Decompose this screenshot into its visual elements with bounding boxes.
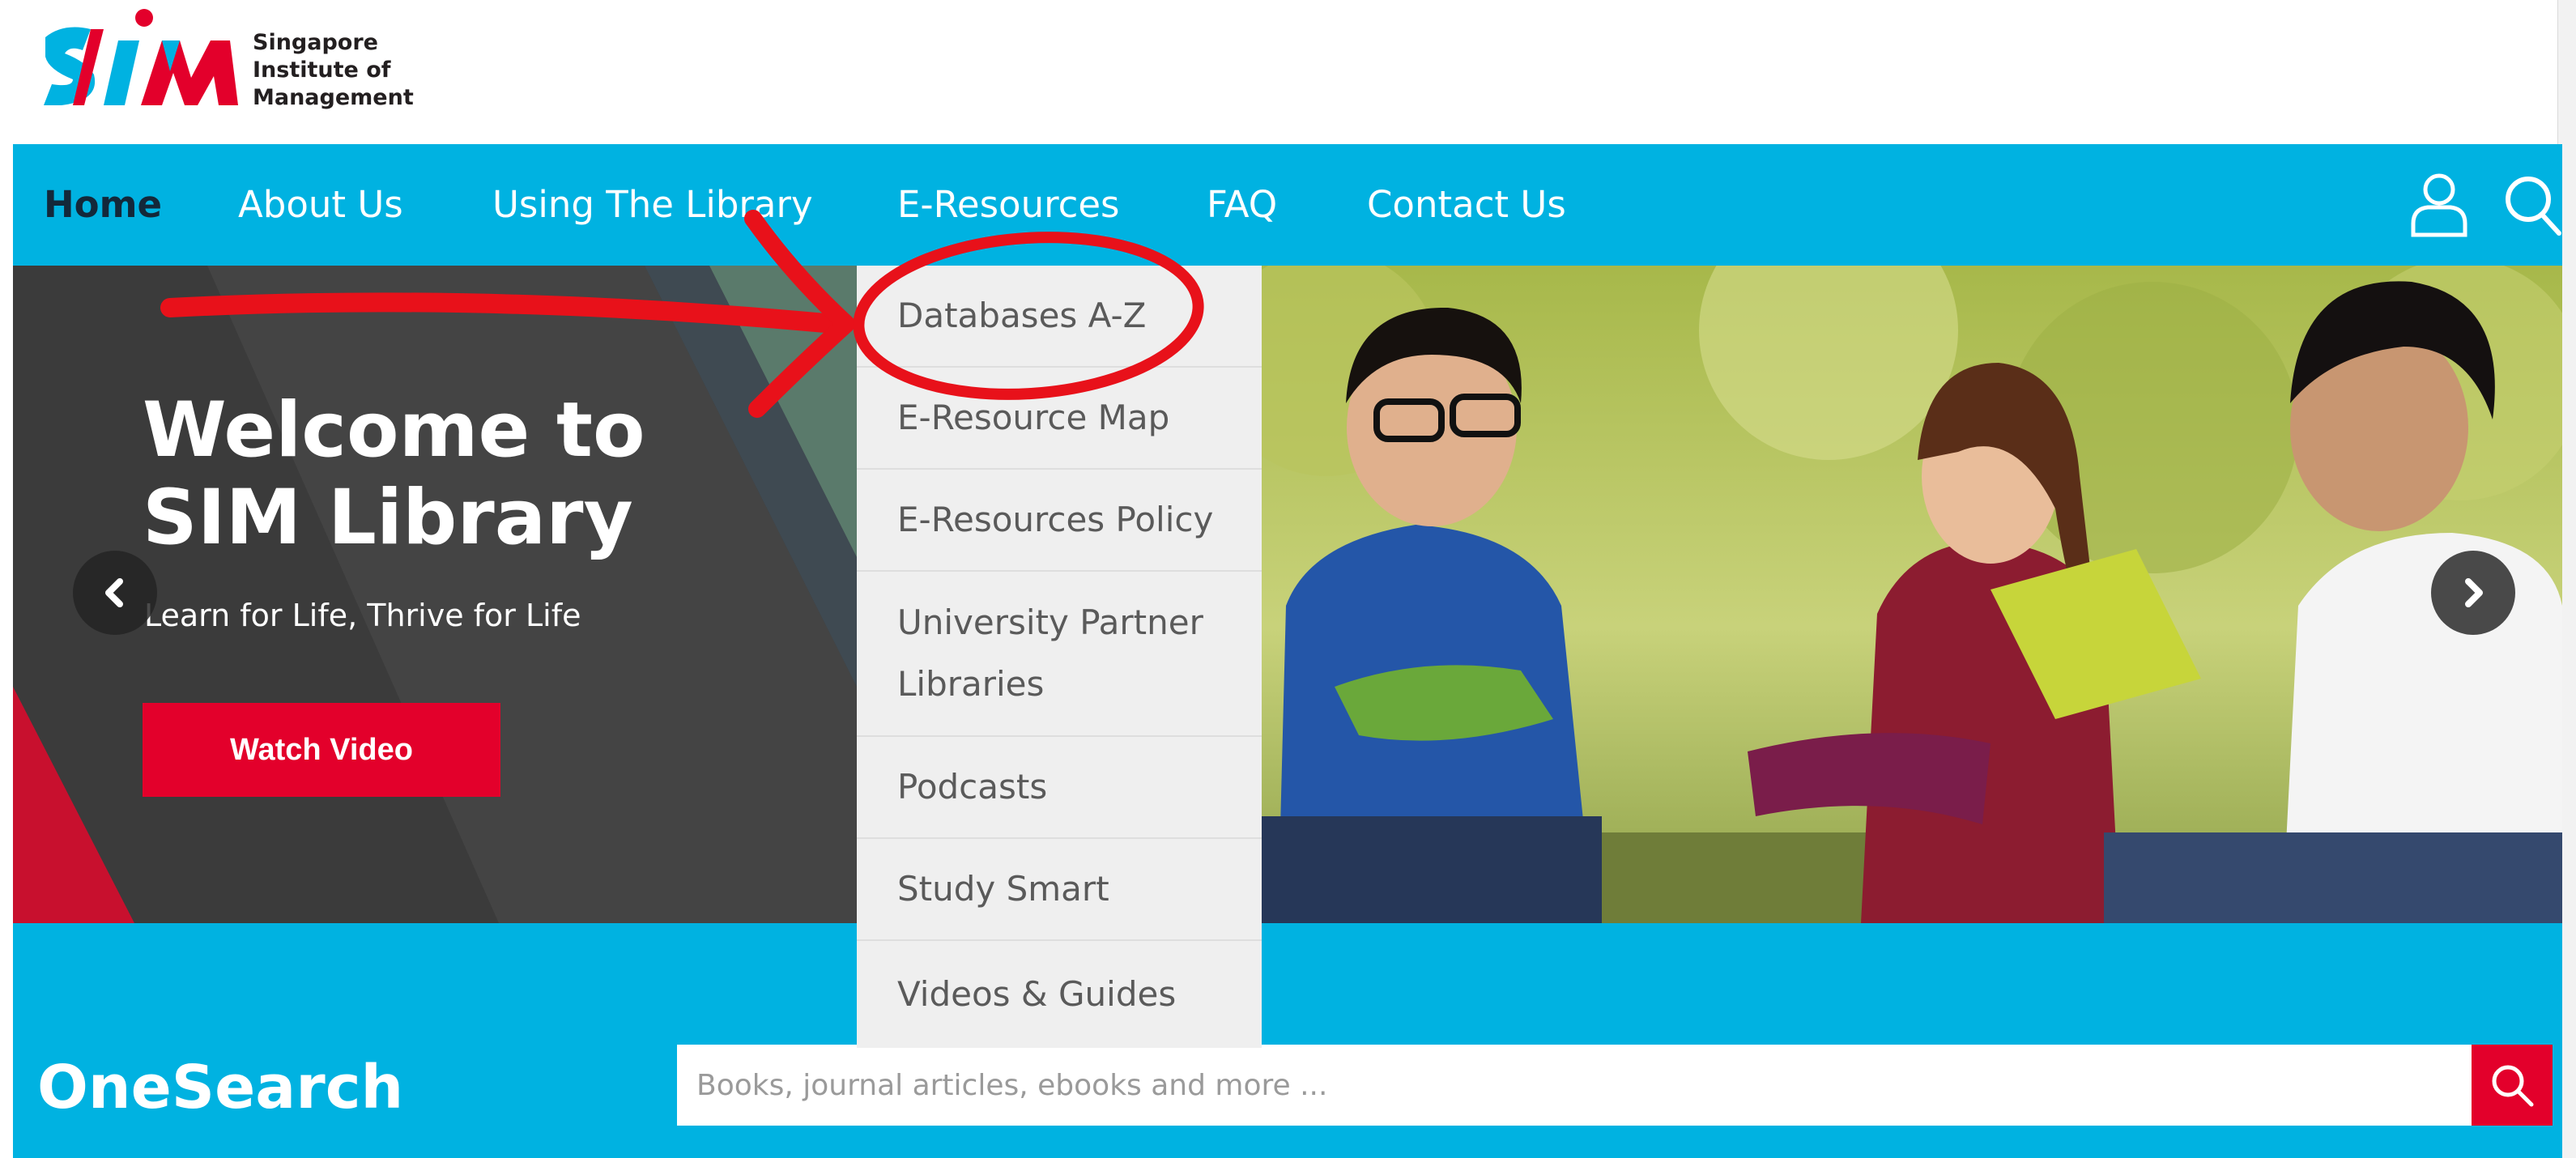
hero-title: Welcome to SIM Library bbox=[143, 387, 645, 562]
dropdown-item-databases-a-z[interactable]: Databases A-Z bbox=[857, 266, 1262, 368]
watch-video-button[interactable]: Watch Video bbox=[143, 703, 500, 797]
hero-title-line1: Welcome to bbox=[143, 386, 645, 475]
onesearch-band: OneSearch bbox=[13, 923, 2562, 1158]
e-resources-dropdown: Databases A-Z E-Resource Map E-Resources… bbox=[857, 266, 1262, 1048]
hero-carousel: Welcome to SIM Library Learn for Life, T… bbox=[13, 266, 2562, 923]
dropdown-item-e-resources-policy[interactable]: E-Resources Policy bbox=[857, 470, 1262, 572]
hero-photo bbox=[1262, 266, 2562, 923]
nav-contact-us[interactable]: Contact Us bbox=[1367, 183, 1566, 227]
hero-title-line2: SIM Library bbox=[143, 474, 633, 562]
carousel-next-button[interactable] bbox=[2431, 551, 2515, 635]
dropdown-item-videos-guides[interactable]: Videos & Guides bbox=[857, 941, 1262, 1048]
carousel-prev-button[interactable] bbox=[73, 551, 157, 635]
user-icon[interactable] bbox=[2407, 170, 2472, 238]
chevron-right-icon bbox=[2465, 578, 2483, 607]
dropdown-item-e-resource-map[interactable]: E-Resource Map bbox=[857, 368, 1262, 470]
logo-wordmark: Singapore Institute of Management bbox=[253, 29, 414, 112]
sim-logo[interactable]: Singapore Institute of Management bbox=[40, 5, 414, 110]
nav-faq[interactable]: FAQ bbox=[1207, 183, 1277, 227]
search-icon bbox=[2492, 1065, 2534, 1107]
sim-logo-mark bbox=[44, 9, 238, 105]
chevron-left-icon bbox=[105, 578, 123, 607]
dropdown-item-university-partner-libraries[interactable]: University Partner Libraries bbox=[857, 572, 1262, 737]
nav-about-us[interactable]: About Us bbox=[238, 183, 403, 227]
logo-text-line1: Singapore bbox=[253, 30, 378, 55]
dropdown-item-podcasts[interactable]: Podcasts bbox=[857, 737, 1262, 839]
dropdown-item-study-smart[interactable]: Study Smart bbox=[857, 839, 1262, 941]
main-nav: Home About Us Using The Library E-Resour… bbox=[13, 144, 2562, 266]
logo-text-line3: Management bbox=[253, 85, 414, 110]
onesearch-title: OneSearch bbox=[37, 1053, 404, 1122]
onesearch-button[interactable] bbox=[2472, 1045, 2553, 1126]
nav-e-resources[interactable]: E-Resources bbox=[897, 183, 1119, 227]
hero-subtitle: Learn for Life, Thrive for Life bbox=[144, 598, 581, 633]
nav-home[interactable]: Home bbox=[44, 183, 162, 227]
onesearch-input[interactable] bbox=[677, 1045, 2472, 1126]
logo-text-line2: Institute of bbox=[253, 57, 391, 83]
search-icon[interactable] bbox=[2501, 170, 2565, 238]
nav-using-the-library[interactable]: Using The Library bbox=[492, 183, 813, 227]
